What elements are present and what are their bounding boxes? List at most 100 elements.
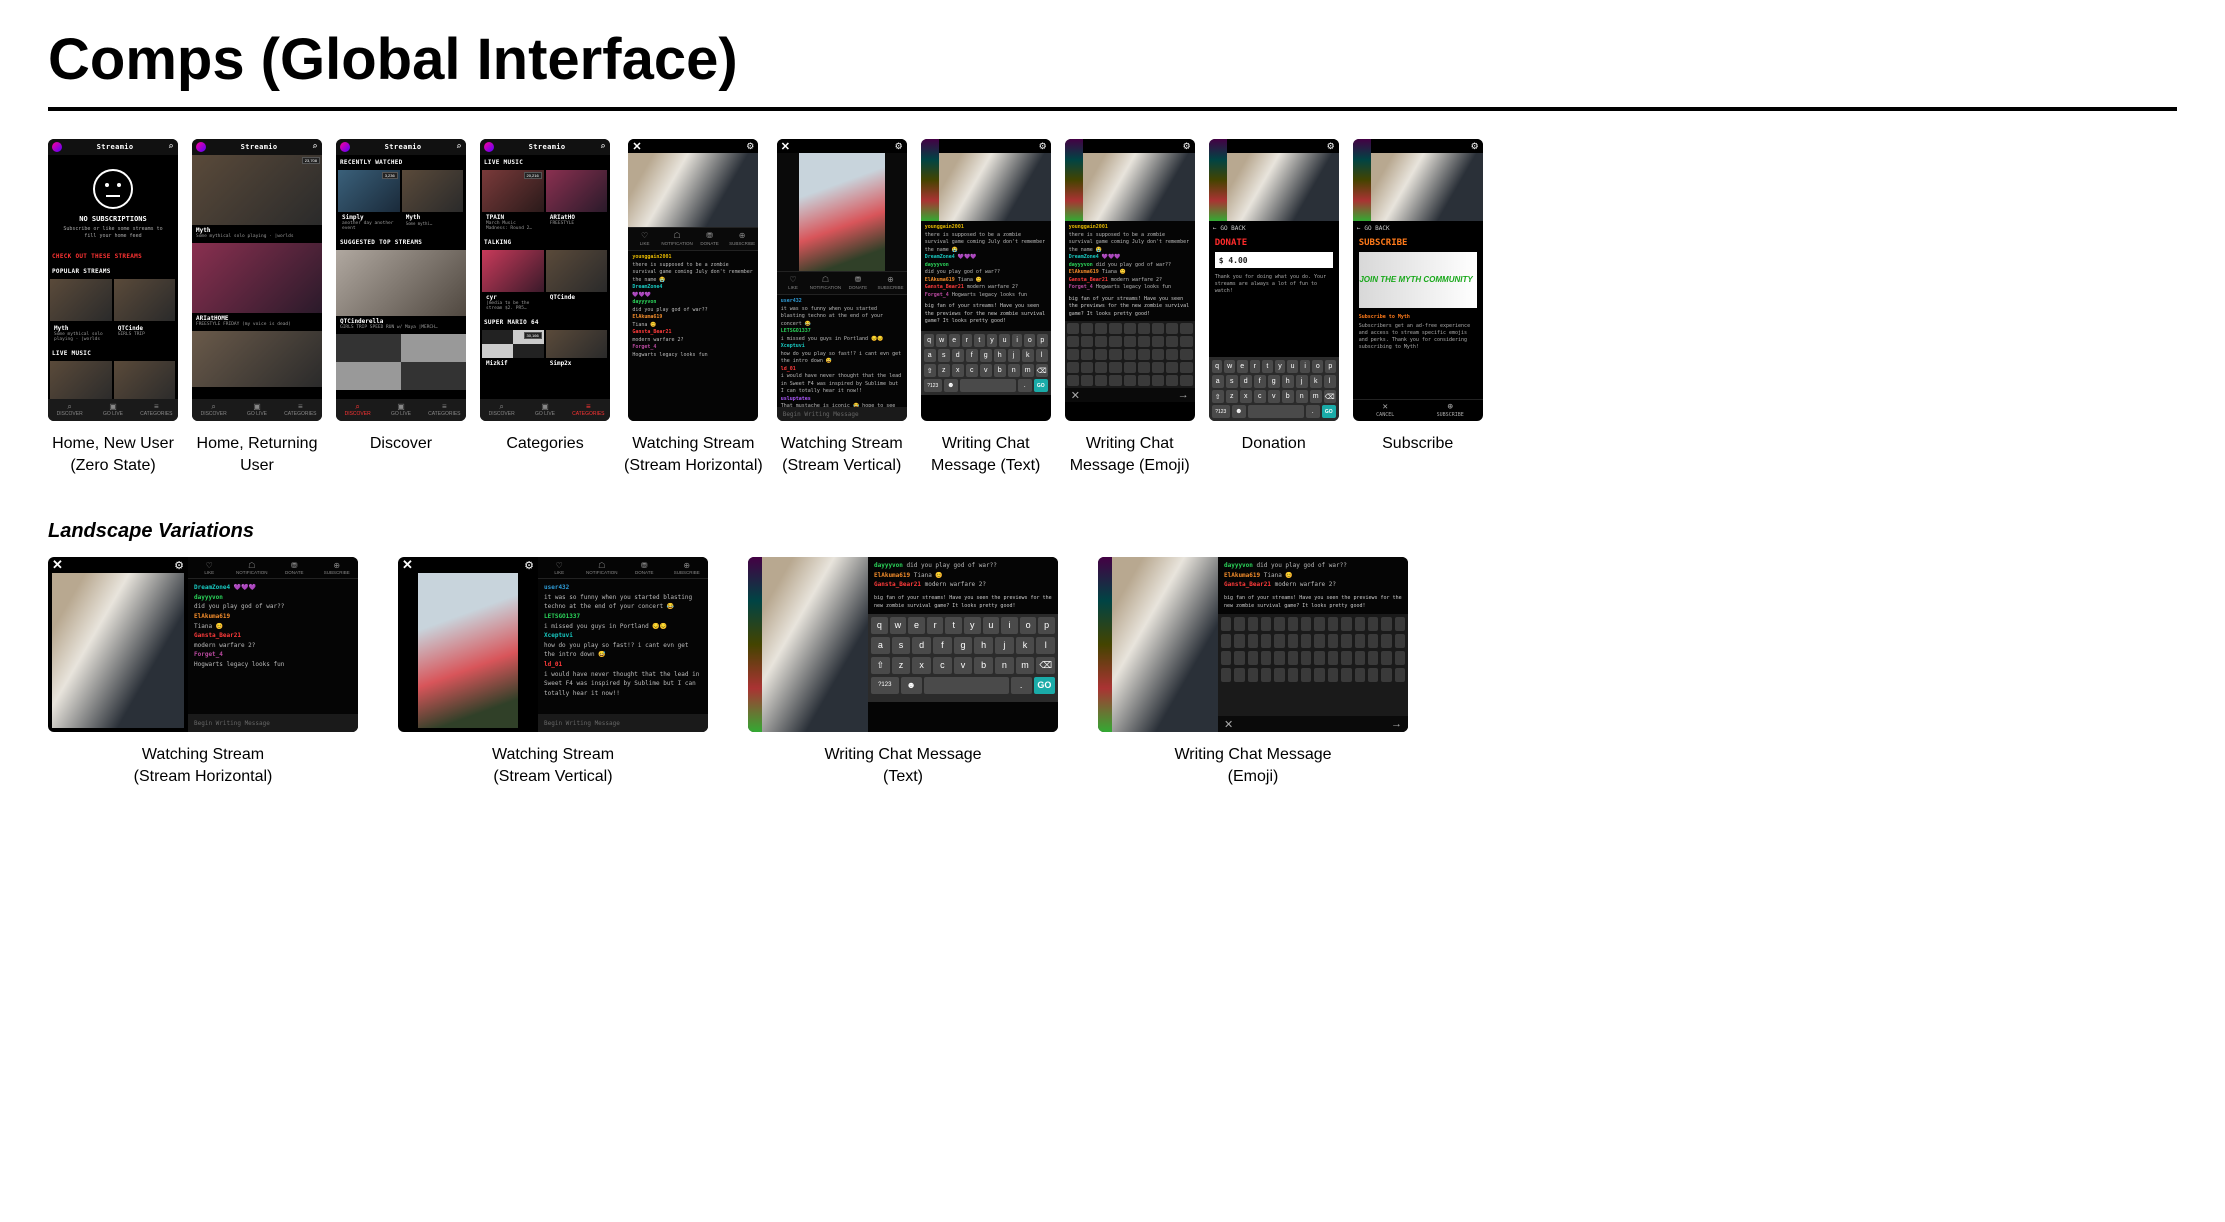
video-player[interactable] — [1371, 153, 1483, 221]
close-icon[interactable]: ✕ — [402, 557, 413, 573]
go-button[interactable]: GO — [1034, 379, 1048, 392]
nav-golive[interactable]: ▣GO LIVE — [379, 403, 422, 417]
search-icon[interactable]: ⌕ — [456, 142, 462, 152]
donate-button[interactable]: ⛃DONATE — [273, 561, 316, 575]
subscribe-button[interactable]: ⊕SUBSCRIBE — [316, 561, 359, 575]
cancel-button[interactable]: ✕CANCEL — [1353, 400, 1418, 421]
chat-area[interactable]: DreamZone4 💜💜💜 dayyyvon did you play god… — [188, 579, 358, 714]
chat-area[interactable]: dayyyvon did you play god of war?? ElAku… — [1218, 557, 1408, 614]
subscribe-button[interactable]: ⊕SUBSCRIBE — [726, 232, 759, 246]
stream-thumb[interactable] — [114, 279, 176, 321]
close-emoji-icon[interactable]: ✕ — [1224, 718, 1233, 731]
stream-thumb[interactable]: 30,166 — [482, 330, 544, 358]
like-button[interactable]: ♡LIKE — [538, 561, 581, 575]
stream-thumb[interactable] — [336, 250, 466, 316]
video-player[interactable] — [1112, 557, 1218, 732]
avatar[interactable] — [484, 142, 494, 152]
emoji-picker[interactable] — [1065, 321, 1195, 388]
next-emoji-icon[interactable]: → — [1178, 389, 1189, 401]
chat-input[interactable]: Begin Writing Message — [538, 714, 708, 732]
nav-discover[interactable]: ⌕DISCOVER — [192, 403, 235, 417]
gear-icon[interactable]: ⚙ — [524, 559, 534, 572]
donate-button[interactable]: ⛃DONATE — [842, 276, 875, 290]
gear-icon[interactable]: ⚙ — [1183, 141, 1191, 152]
avatar[interactable] — [52, 142, 62, 152]
notification-button[interactable]: ☖NOTIFICATION — [661, 232, 694, 246]
stream-thumb[interactable] — [114, 361, 176, 399]
video-player[interactable] — [799, 153, 885, 271]
close-emoji-icon[interactable]: ✕ — [1071, 389, 1080, 402]
chat-input[interactable]: Begin Writing Message — [188, 714, 358, 732]
video-player[interactable] — [939, 153, 1051, 221]
stream-thumb[interactable] — [50, 279, 112, 321]
gear-icon[interactable]: ⚙ — [1039, 141, 1047, 152]
emoji-picker[interactable] — [1218, 614, 1408, 716]
gear-icon[interactable]: ⚙ — [174, 559, 184, 572]
search-icon[interactable]: ⌕ — [312, 142, 318, 152]
subscribe-confirm-button[interactable]: ⊕SUBSCRIBE — [1418, 400, 1483, 421]
stream-thumb[interactable] — [482, 250, 544, 292]
stream-thumb[interactable] — [50, 361, 112, 399]
stream-thumb[interactable] — [402, 170, 464, 212]
subscribe-button[interactable]: ⊕SUBSCRIBE — [666, 561, 709, 575]
chat-area[interactable]: user432 it was so funny when you started… — [777, 295, 907, 407]
nav-categories[interactable]: ≡CATEGORIES — [135, 403, 178, 417]
like-button[interactable]: ♡LIKE — [777, 276, 810, 290]
gear-icon[interactable]: ⚙ — [1471, 141, 1479, 152]
search-icon[interactable]: ⌕ — [600, 142, 606, 152]
subscribe-button[interactable]: ⊕SUBSCRIBE — [874, 276, 907, 290]
video-player[interactable] — [1227, 153, 1339, 221]
avatar[interactable] — [196, 142, 206, 152]
chat-area[interactable]: dayyyvon did you play god of war?? ElAku… — [868, 557, 1058, 614]
gear-icon[interactable]: ⚙ — [1327, 141, 1335, 152]
chat-area[interactable]: user432 it was so funny when you started… — [538, 579, 708, 714]
nav-categories[interactable]: ≡CATEGORIES — [279, 403, 322, 417]
video-player[interactable] — [762, 557, 868, 732]
stream-thumb[interactable]: 23,708 — [192, 155, 322, 225]
keyboard[interactable]: qwertyuiop asdfghjkl ⇧zxcvbnm⌫ ?123☻.GO — [1209, 357, 1339, 421]
like-button[interactable]: ♡LIKE — [628, 232, 661, 246]
gear-icon[interactable]: ⚙ — [895, 141, 903, 152]
video-player[interactable] — [52, 573, 184, 728]
video-player[interactable] — [628, 153, 758, 227]
notification-button[interactable]: ☖NOTIFICATION — [231, 561, 274, 575]
nav-discover[interactable]: ⌕DISCOVER — [480, 403, 523, 417]
stream-thumb[interactable] — [192, 331, 322, 387]
video-player[interactable] — [1083, 153, 1195, 221]
go-button[interactable]: GO — [1322, 405, 1336, 418]
chat-area[interactable]: younggain2001 there is supposed to be a … — [628, 251, 758, 421]
next-emoji-icon[interactable]: → — [1391, 718, 1402, 730]
nav-discover[interactable]: ⌕DISCOVER — [336, 403, 379, 417]
stream-thumb[interactable] — [546, 170, 608, 212]
chat-area[interactable]: younggain2001 there is supposed to be a … — [1065, 221, 1195, 321]
stream-thumb[interactable] — [336, 334, 466, 390]
chat-input[interactable]: Begin Writing Message — [777, 407, 907, 421]
video-player[interactable] — [418, 573, 518, 728]
search-icon[interactable]: ⌕ — [168, 142, 174, 152]
notification-button[interactable]: ☖NOTIFICATION — [809, 276, 842, 290]
stream-thumb[interactable] — [546, 250, 608, 292]
close-icon[interactable]: ✕ — [52, 557, 63, 573]
donation-amount-input[interactable]: $ 4.00 — [1215, 252, 1333, 268]
stream-thumb[interactable] — [546, 330, 608, 358]
close-icon[interactable]: ✕ — [632, 140, 641, 153]
donate-button[interactable]: ⛃DONATE — [623, 561, 666, 575]
keyboard[interactable]: qwertyuiop asdfghjkl ⇧zxcvbnm⌫ ?123☻.GO — [921, 331, 1051, 395]
avatar[interactable] — [340, 142, 350, 152]
chat-area[interactable]: younggain2001 there is supposed to be a … — [921, 221, 1051, 331]
nav-golive[interactable]: ▣GO LIVE — [91, 403, 134, 417]
notification-button[interactable]: ☖NOTIFICATION — [581, 561, 624, 575]
stream-thumb[interactable]: 3,236 — [338, 170, 400, 212]
donate-button[interactable]: ⛃DONATE — [693, 232, 726, 246]
nav-golive[interactable]: ▣GO LIVE — [235, 403, 278, 417]
close-icon[interactable]: ✕ — [781, 140, 790, 153]
nav-discover[interactable]: ⌕DISCOVER — [48, 403, 91, 417]
gear-icon[interactable]: ⚙ — [746, 141, 754, 152]
go-back-button[interactable]: ←GO BACK — [1353, 221, 1483, 236]
nav-golive[interactable]: ▣GO LIVE — [523, 403, 566, 417]
go-button[interactable]: GO — [1034, 677, 1055, 694]
like-button[interactable]: ♡LIKE — [188, 561, 231, 575]
stream-thumb[interactable]: 20,216 — [482, 170, 544, 212]
nav-categories[interactable]: ≡CATEGORIES — [423, 403, 466, 417]
nav-categories[interactable]: ≡CATEGORIES — [567, 403, 610, 417]
